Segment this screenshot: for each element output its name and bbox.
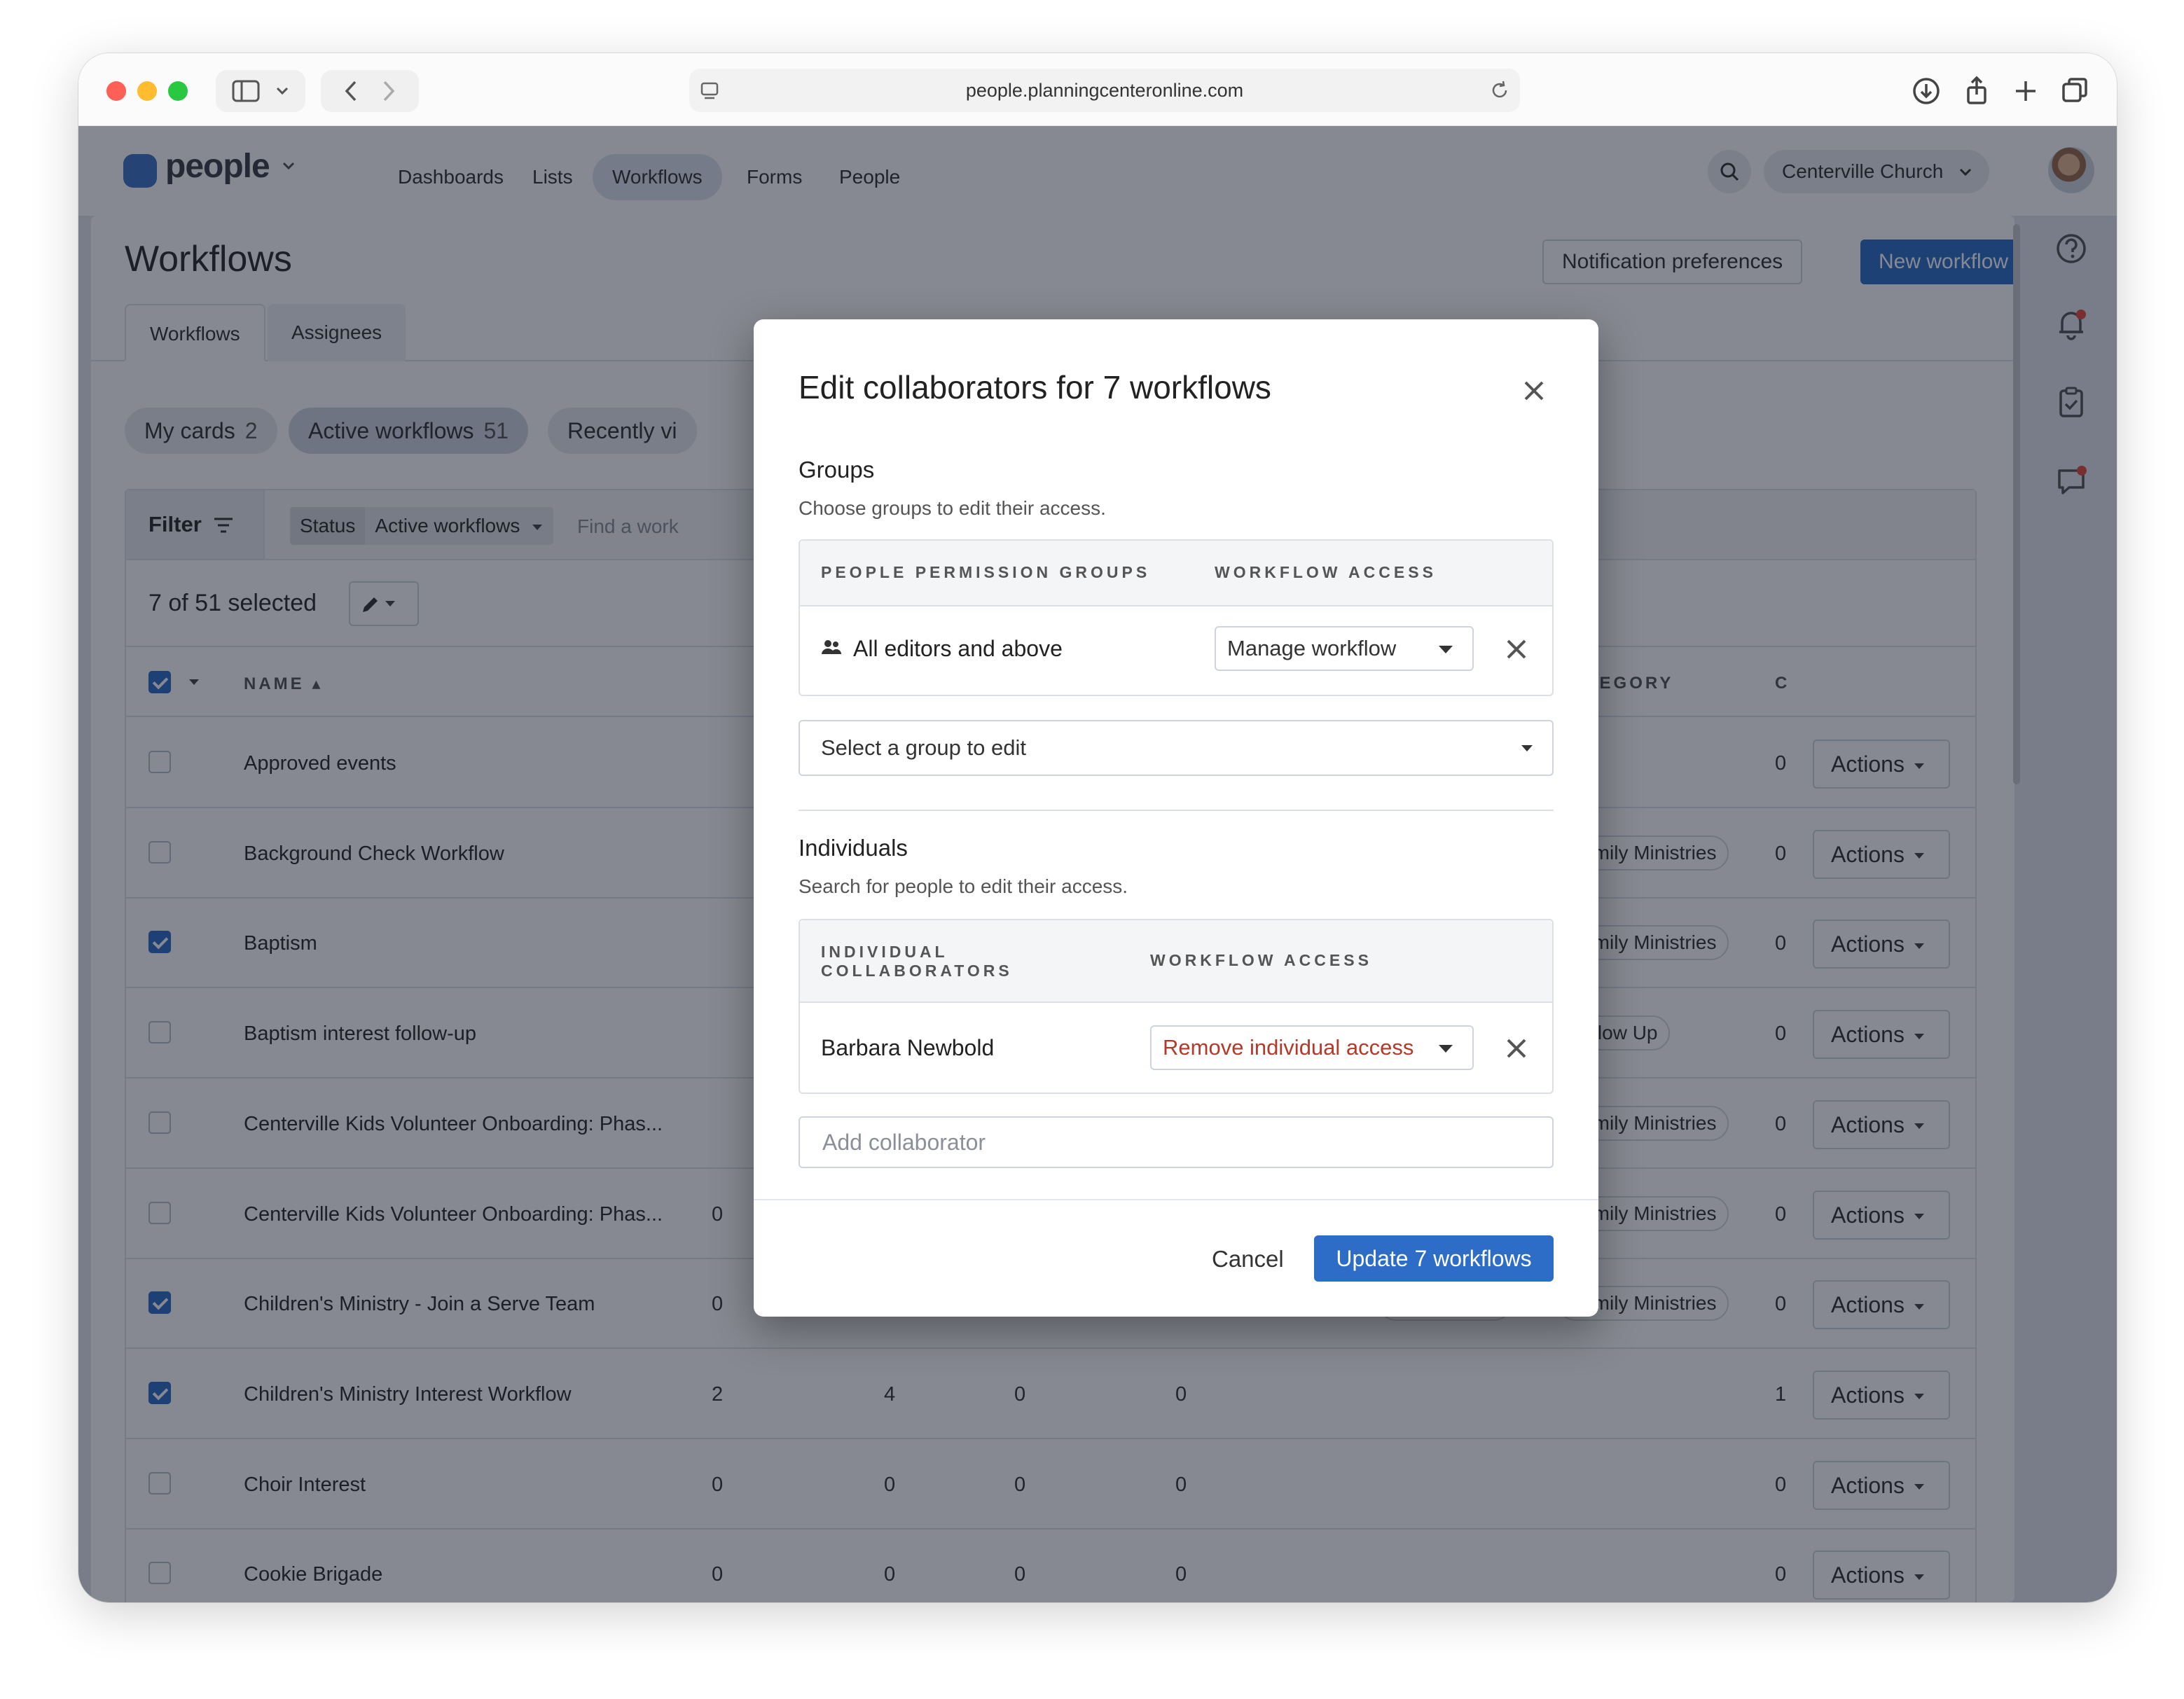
group-access-select[interactable]: Manage workflow (1215, 626, 1474, 671)
sidebar-toggle-button[interactable] (216, 70, 305, 112)
cancel-button[interactable]: Cancel (1203, 1237, 1292, 1282)
select-group-placeholder: Select a group to edit (821, 735, 1026, 760)
caret-down-icon (1521, 745, 1533, 751)
chevron-down-icon (277, 87, 289, 95)
zoom-window-button[interactable] (168, 81, 188, 101)
individual-name: Barbara Newbold (821, 1035, 995, 1060)
remove-individual-icon[interactable] (1505, 1036, 1528, 1060)
group-people-icon (822, 640, 841, 654)
groups-col-access: WORKFLOW ACCESS (1215, 563, 1437, 581)
groups-col-name: PEOPLE PERMISSION GROUPS (821, 563, 1151, 581)
individuals-table: INDIVIDUAL COLLABORATORS WORKFLOW ACCESS… (799, 919, 1554, 1094)
groups-table: PEOPLE PERMISSION GROUPS WORKFLOW ACCESS… (799, 539, 1554, 696)
tab-overview-icon[interactable] (2058, 74, 2092, 108)
section-divider (799, 810, 1554, 811)
new-tab-icon[interactable] (2009, 74, 2043, 108)
groups-table-header: PEOPLE PERMISSION GROUPS WORKFLOW ACCESS (800, 541, 1552, 606)
forward-icon[interactable] (381, 80, 396, 102)
url-text: people.planningcenteronline.com (965, 80, 1244, 101)
caret-down-icon (1439, 1045, 1453, 1053)
minimize-window-button[interactable] (137, 81, 157, 101)
address-bar[interactable]: people.planningcenteronline.com (689, 69, 1520, 112)
browser-window: people.planningcenteronline.com people D… (78, 53, 2117, 1602)
update-workflows-button[interactable]: Update 7 workflows (1314, 1235, 1554, 1282)
individuals-col-access: WORKFLOW ACCESS (1150, 951, 1372, 969)
groups-heading: Groups (799, 457, 875, 483)
back-icon[interactable] (343, 80, 359, 102)
individuals-col-name: INDIVIDUAL COLLABORATORS (821, 943, 1013, 980)
dialog-title: Edit collaborators for 7 workflows (799, 369, 1271, 405)
browser-toolbar: people.planningcenteronline.com (78, 53, 2117, 126)
reload-icon[interactable] (1489, 80, 1510, 101)
groups-subtitle: Choose groups to edit their access. (799, 497, 1106, 519)
add-collaborator-field[interactable] (799, 1116, 1554, 1168)
history-nav (321, 70, 419, 112)
add-collaborator-input[interactable] (800, 1118, 1552, 1167)
individuals-heading: Individuals (799, 835, 908, 861)
close-icon[interactable] (1520, 377, 1548, 405)
group-access-value: Manage workflow (1227, 636, 1397, 660)
individuals-subtitle: Search for people to edit their access. (799, 875, 1128, 897)
app-area: people Dashboards Lists Workflows Forms … (78, 126, 2117, 1602)
group-name: All editors and above (853, 636, 1063, 661)
edit-collaborators-dialog: Edit collaborators for 7 workflows Group… (754, 319, 1598, 1317)
individual-access-select[interactable]: Remove individual access (1150, 1025, 1474, 1070)
individuals-table-header: INDIVIDUAL COLLABORATORS WORKFLOW ACCESS (800, 920, 1552, 1003)
dialog-footer-divider (754, 1199, 1598, 1200)
close-window-button[interactable] (106, 81, 126, 101)
downloads-icon[interactable] (1909, 74, 1943, 108)
caret-down-icon (1439, 646, 1453, 653)
share-icon[interactable] (1960, 74, 1993, 108)
individual-access-value: Remove individual access (1163, 1035, 1414, 1060)
sidebar-icon (232, 80, 260, 102)
remove-group-icon[interactable] (1505, 637, 1528, 661)
select-group-dropdown[interactable]: Select a group to edit (799, 720, 1554, 776)
